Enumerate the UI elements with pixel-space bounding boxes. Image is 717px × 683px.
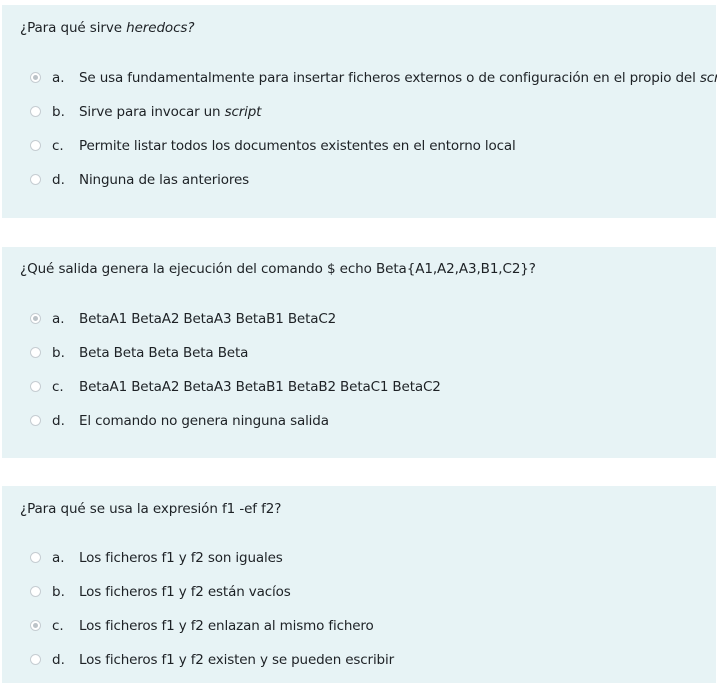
option-label: BetaA1 BetaA2 BetaA3 BetaB1 BetaC2 bbox=[79, 311, 337, 327]
option-letter: d. bbox=[52, 413, 65, 429]
option-letter: d. bbox=[52, 652, 65, 668]
radio-button[interactable] bbox=[30, 347, 41, 358]
option-label: Los ficheros f1 y f2 están vacíos bbox=[79, 584, 291, 600]
question-text: ¿Qué salida genera la ejecución del coma… bbox=[20, 261, 536, 277]
answer-option-b[interactable]: b. Los ficheros f1 y f2 están vacíos bbox=[2, 582, 714, 602]
radio-button[interactable] bbox=[30, 620, 41, 631]
option-letter: c. bbox=[52, 618, 64, 634]
option-label: Ninguna de las anteriores bbox=[79, 172, 249, 188]
radio-button[interactable] bbox=[30, 415, 41, 426]
question-text-emphasis: heredocs? bbox=[126, 20, 195, 36]
question-card-2: ¿Qué salida genera la ejecución del coma… bbox=[2, 247, 716, 458]
radio-button[interactable] bbox=[30, 654, 41, 665]
question-text: ¿Para qué se usa la expresión f1 -ef f2? bbox=[20, 501, 282, 517]
radio-button[interactable] bbox=[30, 140, 41, 151]
answer-option-c[interactable]: c. Los ficheros f1 y f2 enlazan al mismo… bbox=[2, 616, 714, 636]
answer-option-c[interactable]: c. BetaA1 BetaA2 BetaA3 BetaB1 BetaB2 Be… bbox=[2, 377, 714, 397]
question-text: ¿Para qué sirve heredocs? bbox=[20, 20, 195, 36]
option-label: BetaA1 BetaA2 BetaA3 BetaB1 BetaB2 BetaC… bbox=[79, 379, 441, 395]
answer-option-a[interactable]: a. Se usa fundamentalmente para insertar… bbox=[2, 68, 717, 88]
option-label-emphasis: script bbox=[224, 104, 262, 120]
option-label: Permite listar todos los documentos exis… bbox=[79, 138, 516, 154]
option-letter: a. bbox=[52, 550, 65, 566]
question-text-main: ¿Para qué sirve bbox=[20, 20, 127, 36]
option-label: Sirve para invocar un script bbox=[79, 104, 261, 120]
option-letter: c. bbox=[52, 379, 64, 395]
option-label: Se usa fundamentalmente para insertar fi… bbox=[79, 70, 717, 86]
answer-option-a[interactable]: a. BetaA1 BetaA2 BetaA3 BetaB1 BetaC2 bbox=[2, 309, 714, 329]
option-letter: a. bbox=[52, 70, 65, 86]
question-card-3: ¿Para qué se usa la expresión f1 -ef f2?… bbox=[2, 486, 716, 683]
option-letter: d. bbox=[52, 172, 65, 188]
option-label-text: Se usa fundamentalmente para insertar fi… bbox=[79, 70, 700, 86]
radio-button[interactable] bbox=[30, 106, 41, 117]
question-card-1: ¿Para qué sirve heredocs? a. Se usa fund… bbox=[2, 5, 717, 218]
answer-option-d[interactable]: d. Los ficheros f1 y f2 existen y se pue… bbox=[2, 650, 714, 670]
radio-button[interactable] bbox=[30, 72, 41, 83]
radio-button[interactable] bbox=[30, 381, 41, 392]
option-label: Los ficheros f1 y f2 enlazan al mismo fi… bbox=[79, 618, 374, 634]
answer-option-b[interactable]: b. Sirve para invocar un script bbox=[2, 102, 714, 122]
radio-button[interactable] bbox=[30, 174, 41, 185]
answer-option-d[interactable]: d. El comando no genera ninguna salida bbox=[2, 411, 714, 431]
option-label: Los ficheros f1 y f2 existen y se pueden… bbox=[79, 652, 394, 668]
option-label-text: Sirve para invocar un bbox=[79, 104, 225, 120]
option-label: Los ficheros f1 y f2 son iguales bbox=[79, 550, 283, 566]
radio-button[interactable] bbox=[30, 552, 41, 563]
radio-button[interactable] bbox=[30, 313, 41, 324]
radio-button[interactable] bbox=[30, 586, 41, 597]
answer-option-a[interactable]: a. Los ficheros f1 y f2 son iguales bbox=[2, 548, 714, 568]
option-letter: b. bbox=[52, 345, 65, 361]
option-label-emphasis: script bbox=[699, 70, 717, 86]
option-label: El comando no genera ninguna salida bbox=[79, 413, 329, 429]
option-letter: a. bbox=[52, 311, 65, 327]
option-letter: b. bbox=[52, 584, 65, 600]
option-label: Beta Beta Beta Beta Beta bbox=[79, 345, 249, 361]
answer-option-c[interactable]: c. Permite listar todos los documentos e… bbox=[2, 136, 714, 156]
answer-option-b[interactable]: b. Beta Beta Beta Beta Beta bbox=[2, 343, 714, 363]
answer-option-d[interactable]: d. Ninguna de las anteriores bbox=[2, 170, 714, 190]
option-letter: c. bbox=[52, 138, 64, 154]
option-letter: b. bbox=[52, 104, 65, 120]
